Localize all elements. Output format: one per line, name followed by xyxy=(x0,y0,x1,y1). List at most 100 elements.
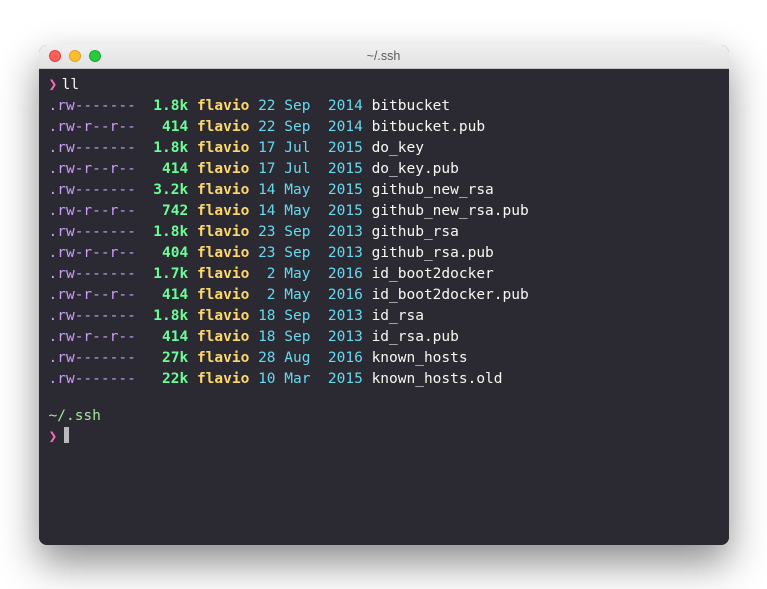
file-row: .rw------- 1.8k flavio 22 Sep 2014 bitbu… xyxy=(49,96,719,117)
file-name: id_rsa xyxy=(372,308,424,324)
file-date: 17 Jul 2015 xyxy=(258,161,363,177)
file-date: 2 May 2016 xyxy=(258,287,363,303)
prompt-symbol: ❯ xyxy=(49,427,58,448)
file-permissions: .rw------- xyxy=(49,350,136,366)
file-size: 22k xyxy=(145,371,189,387)
file-name: github_rsa xyxy=(372,224,459,240)
cwd-line: ~/.ssh xyxy=(49,406,719,427)
file-owner: flavio xyxy=(197,245,249,261)
file-name: known_hosts xyxy=(372,350,468,366)
file-date: 22 Sep 2014 xyxy=(258,98,363,114)
window-titlebar: ~/.ssh xyxy=(39,45,729,69)
file-name: github_new_rsa.pub xyxy=(372,203,529,219)
file-row: .rw------- 3.2k flavio 14 May 2015 githu… xyxy=(49,180,719,201)
file-size: 414 xyxy=(145,329,189,345)
file-row: .rw-r--r-- 414 flavio 22 Sep 2014 bitbuc… xyxy=(49,117,719,138)
file-owner: flavio xyxy=(197,329,249,345)
file-permissions: .rw-r--r-- xyxy=(49,245,136,261)
file-permissions: .rw------- xyxy=(49,266,136,282)
file-size: 1.8k xyxy=(145,224,189,240)
file-owner: flavio xyxy=(197,224,249,240)
file-row: .rw------- 1.8k flavio 23 Sep 2013 githu… xyxy=(49,222,719,243)
file-owner: flavio xyxy=(197,140,249,156)
file-permissions: .rw-r--r-- xyxy=(49,287,136,303)
file-size: 742 xyxy=(145,203,189,219)
file-size: 1.8k xyxy=(145,98,189,114)
window-title: ~/.ssh xyxy=(39,49,729,63)
file-size: 414 xyxy=(145,287,189,303)
traffic-lights xyxy=(49,50,101,62)
file-row: .rw-r--r-- 414 flavio 18 Sep 2013 id_rsa… xyxy=(49,327,719,348)
file-owner: flavio xyxy=(197,98,249,114)
file-name: known_hosts.old xyxy=(372,371,503,387)
file-owner: flavio xyxy=(197,161,249,177)
file-name: do_key.pub xyxy=(372,161,459,177)
terminal-body[interactable]: ❯ ll .rw------- 1.8k flavio 22 Sep 2014 … xyxy=(39,69,729,545)
file-date: 18 Sep 2013 xyxy=(258,308,363,324)
file-row: .rw-r--r-- 742 flavio 14 May 2015 github… xyxy=(49,201,719,222)
file-name: id_rsa.pub xyxy=(372,329,459,345)
file-date: 23 Sep 2013 xyxy=(258,224,363,240)
file-owner: flavio xyxy=(197,308,249,324)
file-date: 10 Mar 2015 xyxy=(258,371,363,387)
minimize-window-button[interactable] xyxy=(69,50,81,62)
file-permissions: .rw------- xyxy=(49,140,136,156)
file-name: id_boot2docker xyxy=(372,266,494,282)
maximize-window-button[interactable] xyxy=(89,50,101,62)
command-text: ll xyxy=(62,75,79,96)
file-date: 14 May 2015 xyxy=(258,203,363,219)
file-permissions: .rw------- xyxy=(49,98,136,114)
file-owner: flavio xyxy=(197,350,249,366)
file-date: 18 Sep 2013 xyxy=(258,329,363,345)
file-name: id_boot2docker.pub xyxy=(372,287,529,303)
file-name: bitbucket xyxy=(372,98,451,114)
file-size: 404 xyxy=(145,245,189,261)
file-owner: flavio xyxy=(197,371,249,387)
file-permissions: .rw------- xyxy=(49,182,136,198)
file-date: 23 Sep 2013 xyxy=(258,245,363,261)
file-size: 414 xyxy=(145,161,189,177)
file-row: .rw-r--r-- 404 flavio 23 Sep 2013 github… xyxy=(49,243,719,264)
file-date: 22 Sep 2014 xyxy=(258,119,363,135)
file-row: .rw-r--r-- 414 flavio 2 May 2016 id_boot… xyxy=(49,285,719,306)
file-date: 2 May 2016 xyxy=(258,266,363,282)
file-date: 17 Jul 2015 xyxy=(258,140,363,156)
prompt-symbol: ❯ xyxy=(49,75,58,96)
file-row: .rw------- 27k flavio 28 Aug 2016 known_… xyxy=(49,348,719,369)
file-owner: flavio xyxy=(197,266,249,282)
file-permissions: .rw-r--r-- xyxy=(49,329,136,345)
file-date: 28 Aug 2016 xyxy=(258,350,363,366)
terminal-window: ~/.ssh ❯ ll .rw------- 1.8k flavio 22 Se… xyxy=(39,45,729,545)
file-owner: flavio xyxy=(197,119,249,135)
file-name: do_key xyxy=(372,140,424,156)
close-window-button[interactable] xyxy=(49,50,61,62)
file-size: 1.7k xyxy=(145,266,189,282)
file-row: .rw------- 1.8k flavio 18 Sep 2013 id_rs… xyxy=(49,306,719,327)
file-listing: .rw------- 1.8k flavio 22 Sep 2014 bitbu… xyxy=(49,96,719,390)
file-owner: flavio xyxy=(197,287,249,303)
file-size: 1.8k xyxy=(145,308,189,324)
file-name: bitbucket.pub xyxy=(372,119,486,135)
file-permissions: .rw-r--r-- xyxy=(49,119,136,135)
file-row: .rw------- 22k flavio 10 Mar 2015 known_… xyxy=(49,369,719,390)
prompt-line-1: ❯ ll xyxy=(49,75,719,96)
file-size: 27k xyxy=(145,350,189,366)
file-size: 3.2k xyxy=(145,182,189,198)
file-date: 14 May 2015 xyxy=(258,182,363,198)
file-permissions: .rw------- xyxy=(49,308,136,324)
file-owner: flavio xyxy=(197,203,249,219)
file-row: .rw------- 1.7k flavio 2 May 2016 id_boo… xyxy=(49,264,719,285)
file-row: .rw------- 1.8k flavio 17 Jul 2015 do_ke… xyxy=(49,138,719,159)
file-name: github_rsa.pub xyxy=(372,245,494,261)
file-permissions: .rw-r--r-- xyxy=(49,203,136,219)
file-name: github_new_rsa xyxy=(372,182,494,198)
file-permissions: .rw------- xyxy=(49,224,136,240)
file-permissions: .rw-r--r-- xyxy=(49,161,136,177)
cursor xyxy=(64,427,69,443)
prompt-line-2: ❯ xyxy=(49,427,719,448)
file-owner: flavio xyxy=(197,182,249,198)
file-permissions: .rw------- xyxy=(49,371,136,387)
file-row: .rw-r--r-- 414 flavio 17 Jul 2015 do_key… xyxy=(49,159,719,180)
file-size: 1.8k xyxy=(145,140,189,156)
file-size: 414 xyxy=(145,119,189,135)
